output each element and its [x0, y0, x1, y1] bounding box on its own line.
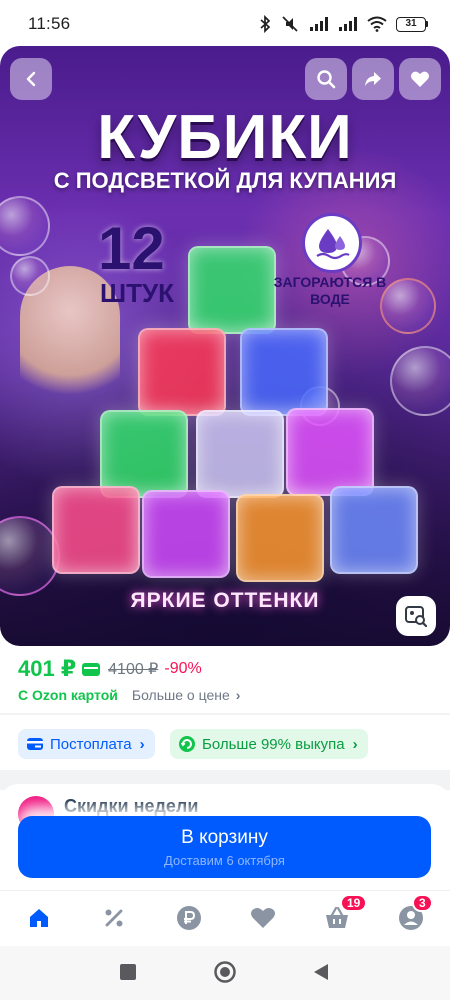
light-cube: [188, 246, 276, 334]
buyout-chip[interactable]: Больше 99% выкупа ›: [170, 729, 368, 759]
signal-icon-2: [339, 17, 357, 31]
chevron-left-icon: [26, 71, 36, 87]
deals-title: Скидки недели: [64, 796, 199, 816]
light-cube: [100, 410, 188, 498]
favorite-button[interactable]: [399, 58, 441, 100]
home-button[interactable]: [213, 960, 237, 984]
light-cube: [52, 486, 140, 574]
nav-profile[interactable]: 3: [396, 894, 433, 933]
nav-discounts[interactable]: [99, 903, 129, 933]
chevron-right-icon: ›: [352, 735, 358, 753]
bubble: [390, 346, 450, 416]
find-similar-button[interactable]: [396, 596, 436, 636]
light-cube: [138, 328, 226, 416]
light-cube: [330, 486, 418, 574]
light-cube: [240, 328, 328, 416]
more-about-price-link[interactable]: Больше о цене: [132, 687, 230, 703]
price-row: 401 ₽ 4100 ₽ -90%: [18, 656, 202, 682]
buyout-label: Больше 99% выкупа: [202, 735, 345, 753]
triangle-back-icon: [314, 964, 328, 980]
chevron-right-icon: ›: [235, 687, 241, 703]
chevron-right-icon: ›: [139, 735, 145, 753]
home-icon: [30, 909, 48, 927]
add-to-cart-label: В корзину: [181, 826, 268, 848]
price-discount: -90%: [164, 660, 202, 677]
screen: 11:56 31 КУБИКИ С ПОДСВЕТКОЙ ДЛЯ КУПАНИЯ…: [0, 0, 450, 1000]
bluetooth-icon: [260, 15, 271, 33]
back-nav-button[interactable]: [309, 960, 333, 984]
search-button[interactable]: [305, 58, 347, 100]
ozon-card-label: С Ozon картой: [18, 687, 118, 703]
signal-icon: [310, 17, 328, 31]
water-drops-icon: [316, 229, 350, 260]
status-time: 11:56: [28, 14, 71, 33]
price-old: 4100 ₽: [108, 661, 159, 678]
promo-headline: КУБИКИ: [97, 103, 353, 172]
bubble: [0, 516, 60, 596]
promo-caption: ЯРКИЕ ОТТЕНКИ: [130, 589, 320, 612]
cart-badge: 19: [340, 894, 368, 912]
postpay-icon: [26, 735, 44, 753]
share-button[interactable]: [352, 58, 394, 100]
refresh-icon: [178, 735, 196, 753]
bubble: [10, 256, 50, 296]
search-icon: [317, 70, 336, 89]
product-image[interactable]: КУБИКИ С ПОДСВЕТКОЙ ДЛЯ КУПАНИЯ 12 ШТУК …: [0, 46, 450, 646]
profile-badge: 3: [412, 894, 433, 912]
nav-home[interactable]: [24, 903, 54, 933]
percent-icon: [105, 909, 123, 927]
water-drop-badge: [302, 213, 362, 273]
mute-icon: [282, 16, 298, 32]
bottom-nav: 19 3: [0, 890, 450, 946]
light-cube: [286, 408, 374, 496]
promo-count-number: 12: [98, 215, 165, 282]
bubble: [0, 196, 50, 256]
back-button[interactable]: [10, 58, 52, 100]
price-current: 401 ₽: [18, 656, 77, 681]
status-bar: 11:56 31: [0, 0, 450, 48]
postpay-chip[interactable]: Постоплата ›: [18, 729, 155, 759]
share-icon: [365, 72, 381, 86]
image-search-icon: [405, 606, 428, 628]
postpay-label: Постоплата: [50, 735, 132, 753]
nav-cart[interactable]: 19: [322, 894, 368, 933]
light-cube: [196, 410, 284, 498]
square-icon: [120, 964, 136, 980]
ozon-card-icon: [82, 662, 101, 676]
heart-icon: [411, 71, 429, 87]
add-to-cart-button[interactable]: В корзину Доставим 6 октября: [18, 816, 431, 878]
ruble-icon: [177, 906, 201, 930]
status-icons: 31: [259, 15, 428, 33]
ozon-card-row: С Ozon картой Больше о цене ›: [18, 687, 240, 703]
battery-level: 31: [396, 16, 426, 32]
delivery-date-label: Доставим 6 октября: [164, 852, 285, 868]
light-cube: [236, 494, 324, 582]
light-cube: [142, 490, 230, 578]
promo-count-label: ШТУК: [100, 278, 175, 308]
battery-tip: [426, 21, 428, 27]
heart-icon: [251, 908, 275, 928]
recent-apps-button[interactable]: [116, 960, 140, 984]
nav-favorites[interactable]: [248, 903, 278, 933]
system-nav-bar: [0, 946, 450, 1000]
divider: [0, 713, 450, 715]
promo-subline: С ПОДСВЕТКОЙ ДЛЯ КУПАНИЯ: [53, 168, 397, 193]
circle-icon: [214, 961, 236, 983]
wifi-icon: [367, 16, 387, 32]
nav-finance[interactable]: [174, 903, 204, 933]
promo-glow-text: ЗАГОРАЮТСЯ В ВОДЕ: [273, 274, 387, 307]
battery-icon: 31: [396, 16, 428, 32]
